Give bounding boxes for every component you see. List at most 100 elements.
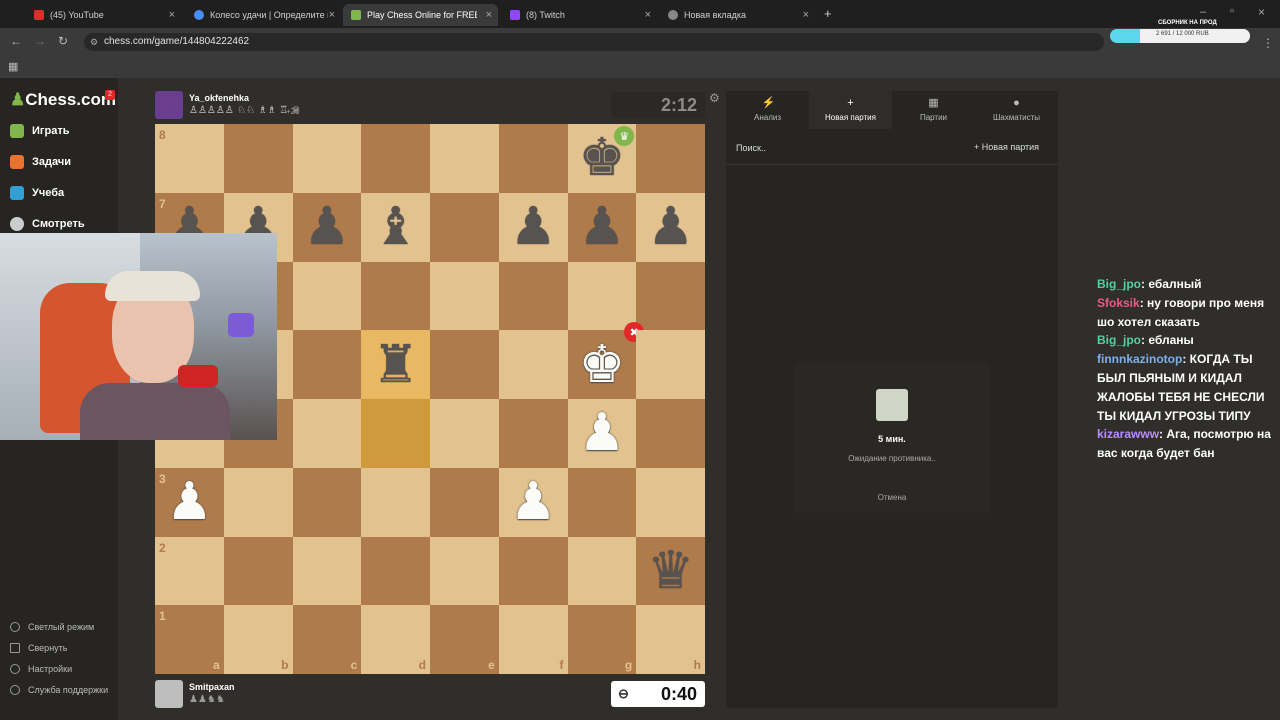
maximize-icon[interactable]: ▫ [1230,5,1234,17]
black-queen-icon[interactable]: ♛ [647,545,694,597]
square-b2[interactable] [223,536,293,606]
square-d1[interactable]: d [361,605,430,674]
square-c8[interactable] [292,124,362,193]
bottom-player-name[interactable]: Smitpaxan [189,682,235,692]
reload-icon[interactable]: ↻ [58,34,68,48]
black-rook-icon[interactable]: ♜ [372,339,419,391]
square-c5[interactable] [292,330,362,399]
support-button[interactable]: Служба поддержки [10,685,108,695]
window-close-icon[interactable]: × [1258,5,1265,19]
tab-players[interactable]: ● Шахматисты [975,91,1058,129]
close-icon[interactable]: × [803,9,809,21]
square-d3[interactable] [361,467,430,537]
new-game-button[interactable]: + Новая партия [974,142,1039,152]
square-c2[interactable] [292,536,362,606]
square-h4[interactable] [636,399,705,468]
black-bishop-icon[interactable]: ♝ [372,201,419,253]
square-f2[interactable] [498,536,568,606]
square-e7[interactable] [430,192,499,262]
nav-item-puzzles[interactable]: Задачи [10,155,71,169]
black-pawn-icon[interactable]: ♟ [579,201,626,253]
chess-logo[interactable]: ♟Chess.com [10,90,116,110]
back-icon[interactable]: ← [10,34,22,48]
site-info-icon[interactable]: ⚙ [90,37,98,48]
square-c1[interactable]: c [292,605,362,674]
square-h3[interactable] [636,467,705,537]
square-e3[interactable] [430,467,499,537]
square-g5[interactable]: ♚ ✖ [567,322,645,399]
cancel-button[interactable]: Отмена [793,493,991,502]
tab-new-game[interactable]: + Новая партия [809,91,892,129]
square-a8[interactable]: 8 [155,124,224,193]
square-d2[interactable] [361,536,430,606]
square-f5[interactable] [498,330,568,399]
square-g4[interactable]: ♟ [567,399,637,468]
close-icon[interactable]: × [169,9,175,21]
square-d6[interactable] [361,261,430,331]
square-d8[interactable] [361,124,430,193]
white-pawn-icon[interactable]: ♟ [166,476,213,528]
browser-tab-chess[interactable]: Play Chess Online for FREE - 2 l × [343,4,498,26]
board-settings-icon[interactable]: ⚙ [709,91,720,105]
square-f4[interactable] [498,399,568,468]
square-g3[interactable] [567,467,637,537]
square-e5[interactable] [430,330,499,399]
browser-tab-new[interactable]: Новая вкладка × [660,4,815,26]
white-pawn-icon[interactable]: ♟ [510,476,557,528]
square-h5[interactable] [636,330,705,399]
black-pawn-icon[interactable]: ♟ [304,201,351,253]
settings-button[interactable]: Настройки [10,664,72,674]
close-icon[interactable]: × [486,9,492,21]
square-h1[interactable]: h [636,605,705,674]
black-pawn-icon[interactable]: ♟ [647,201,694,253]
black-pawn-icon[interactable]: ♟ [510,201,557,253]
collapse-button[interactable]: Свернуть [10,643,67,653]
browser-tab-twitch[interactable]: (8) Twitch × [502,4,657,26]
tab-analysis[interactable]: ⚡ Анализ [726,91,809,129]
square-b1[interactable]: b [223,605,293,674]
nav-item-play[interactable]: Играть [10,124,69,138]
square-g6[interactable] [567,261,637,331]
square-d5[interactable]: ♜ [361,330,430,399]
white-king-icon[interactable]: ♚ [579,339,626,391]
nav-item-watch[interactable]: Смотреть [10,217,85,231]
square-d7[interactable]: ♝ [361,192,430,262]
square-a2[interactable]: 2 [155,536,224,606]
square-c3[interactable] [292,467,362,537]
square-g8[interactable]: ♚ ♛ [567,124,637,193]
menu-dots-icon[interactable]: ⋮ [1262,36,1274,50]
square-f6[interactable] [498,261,568,331]
tab-games[interactable]: ▦ Партии [892,91,975,129]
square-g2[interactable] [567,536,637,606]
square-f8[interactable] [498,124,568,193]
notification-badge[interactable]: 2 [105,90,115,100]
square-a1[interactable]: 1a [155,605,224,674]
square-c4[interactable] [292,399,362,468]
search-button[interactable]: Поиск.. [736,143,766,153]
square-f7[interactable]: ♟ [498,192,568,262]
avatar[interactable] [155,91,183,119]
square-a3[interactable]: 3 ♟ [155,467,224,537]
square-f3[interactable]: ♟ [498,467,568,537]
square-h7[interactable]: ♟ [636,192,705,262]
url-field[interactable]: chess.com/game/144804222462 [84,33,1104,51]
square-e1[interactable]: e [430,605,499,674]
square-e8[interactable] [430,124,499,193]
new-tab-button[interactable]: + [824,6,832,21]
light-mode-toggle[interactable]: Светлый режим [10,622,94,632]
close-icon[interactable]: × [645,9,651,21]
top-player-name[interactable]: Ya_okfenehka [189,93,249,103]
square-h8[interactable] [636,124,705,193]
avatar[interactable] [155,680,183,708]
square-c7[interactable]: ♟ [292,192,362,262]
nav-item-learn[interactable]: Учеба [10,186,64,200]
close-icon[interactable]: × [329,9,335,21]
square-h6[interactable] [636,261,705,331]
forward-icon[interactable]: → [34,34,46,48]
minimize-icon[interactable]: – [1200,6,1206,18]
square-h2[interactable]: ♛ [636,536,705,606]
browser-tab-wheel[interactable]: Колесо удачи | Определите п × [186,4,341,26]
square-c6[interactable] [292,261,362,331]
square-b3[interactable] [223,467,293,537]
apps-grid-icon[interactable]: ▦ [8,60,18,73]
